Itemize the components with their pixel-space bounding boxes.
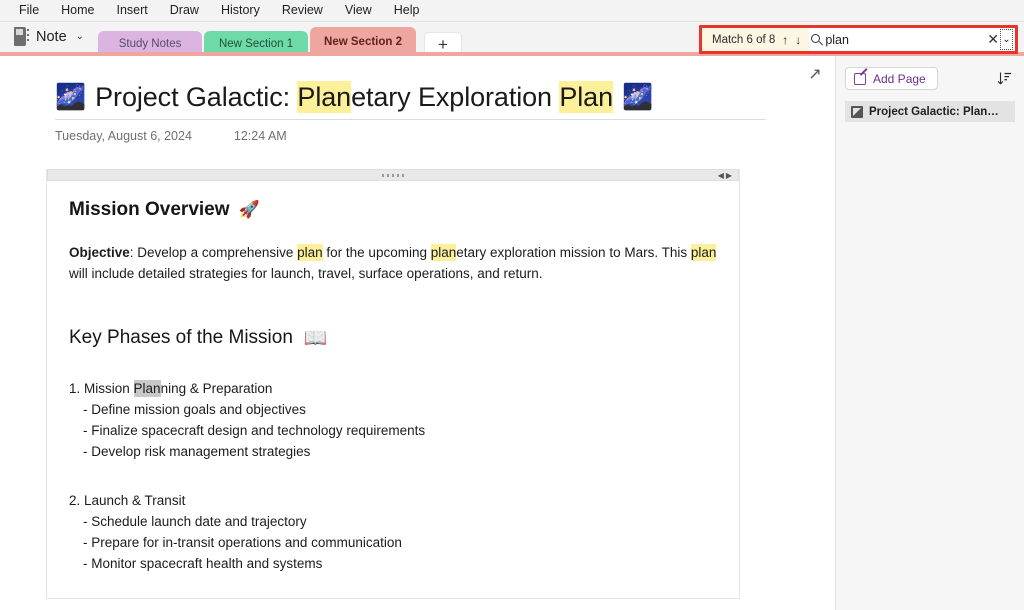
page-meta: Tuesday, August 6, 2024 12:24 AM <box>55 129 835 143</box>
phase-2-title: 2. Launch & Transit <box>69 493 186 508</box>
add-page-label: Add Page <box>873 71 926 86</box>
content-block-handle[interactable]: ◀▶ <box>47 169 739 181</box>
phase-2-item: - Schedule launch date and trajectory <box>83 514 307 529</box>
section-tab-label: Study Notes <box>118 37 182 50</box>
section-tab-label: New Section 1 <box>218 37 294 50</box>
page-list-sidebar: Add Page Project Galactic: Plan… <box>835 56 1024 610</box>
phase-1-title-b: ning & Preparation <box>160 381 273 396</box>
expand-page-icon[interactable]: ↗ <box>805 64 825 84</box>
title-divider <box>55 119 766 120</box>
objective-text-c: etary exploration mission to Mars. This <box>456 245 691 260</box>
page-list-item-label: Project Galactic: Plan… <box>869 105 999 118</box>
search-match-plan-1: plan <box>297 244 323 261</box>
search-bar[interactable]: Match 6 of 8 ↑ ↓ ✕ ⌄ <box>699 25 1018 54</box>
main-area: ↗ 🌌 Project Galactic: Planetary Explorat… <box>0 56 1024 610</box>
heading-mission-overview: Mission Overview 🚀 <box>69 199 717 221</box>
section-tab-label: New Section 2 <box>324 35 402 48</box>
notebook-switcher[interactable]: Note ⌄ <box>14 22 84 56</box>
menu-bar: File Home Insert Draw History Review Vie… <box>0 0 1024 22</box>
page-title-part-2: etary Exploration <box>351 82 560 112</box>
page-title-part-1: Project Galactic: <box>95 82 298 112</box>
search-match-status-group: Match 6 of 8 ↑ ↓ <box>702 28 810 51</box>
notebook-name: Note <box>36 28 67 45</box>
heading-key-phases-label: Key Phases of the Mission <box>69 327 293 348</box>
note-content-container[interactable]: ◀▶ Mission Overview 🚀 Objective: Develop… <box>46 169 740 599</box>
phase-1-item: - Define mission goals and objectives <box>83 402 306 417</box>
pencil-square-icon <box>854 72 866 85</box>
page-list-item-project-galactic[interactable]: Project Galactic: Plan… <box>845 101 1015 122</box>
search-icon <box>809 33 825 46</box>
phase-1-item: - Develop risk management strategies <box>83 444 311 459</box>
objective-paragraph: Objective: Develop a comprehensive plan … <box>69 243 717 284</box>
page-time[interactable]: 12:24 AM <box>234 129 287 143</box>
phase-2: 2. Launch & Transit - Schedule launch da… <box>69 490 717 574</box>
objective-text-d: will include detailed strategies for lau… <box>69 265 543 281</box>
galaxy-icon-left: 🌌 <box>55 83 87 111</box>
note-canvas[interactable]: ↗ 🌌 Project Galactic: Planetary Explorat… <box>0 56 835 610</box>
phase-1-item: - Finalize spacecraft design and technol… <box>83 423 426 438</box>
note-text-body[interactable]: Mission Overview 🚀 Objective: Develop a … <box>47 181 739 598</box>
sort-descending-icon <box>997 72 1011 85</box>
page-title: Project Galactic: Planetary Exploration … <box>95 81 614 113</box>
open-book-icon: 📖 <box>303 328 328 349</box>
phase-1: 1. Mission Planning & Preparation - Defi… <box>69 378 717 462</box>
rocket-icon: 🚀 <box>238 200 260 219</box>
menu-item-draw[interactable]: Draw <box>159 2 210 19</box>
heading-key-phases: Key Phases of the Mission 📖 <box>69 326 717 350</box>
objective-text-a: : Develop a comprehensive <box>129 245 298 260</box>
clear-search-icon[interactable]: ✕ <box>986 31 1000 48</box>
notebook-icon <box>14 27 29 46</box>
phase-1-title-a: 1. Mission <box>69 381 134 396</box>
objective-label: Objective <box>69 245 130 260</box>
search-options-chevron-down-icon[interactable]: ⌄ <box>999 29 1013 50</box>
page-icon <box>851 105 863 118</box>
menu-item-view[interactable]: View <box>334 2 383 19</box>
search-match-plan-3: plan <box>690 244 717 261</box>
search-match-plan-current: Plan <box>133 380 161 397</box>
drag-grip-icon <box>382 173 404 177</box>
page-title-match-2: Plan <box>559 81 614 113</box>
chevron-down-icon: ⌄ <box>75 31 85 42</box>
search-match-status: Match 6 of 8 <box>712 33 776 46</box>
objective-text-b: for the upcoming <box>322 245 431 260</box>
menu-item-file[interactable]: File <box>8 2 50 19</box>
menu-item-help[interactable]: Help <box>383 2 431 19</box>
menu-item-home[interactable]: Home <box>50 2 105 19</box>
resize-arrows-icon[interactable]: ◀▶ <box>718 171 734 180</box>
section-tab-bar: Note ⌄ Study Notes New Section 1 New Sec… <box>0 22 1024 56</box>
galaxy-icon-right: 🌌 <box>622 83 654 111</box>
menu-item-history[interactable]: History <box>210 2 271 19</box>
page-title-row[interactable]: 🌌 Project Galactic: Planetary Exploratio… <box>55 81 835 113</box>
phase-1-title: 1. Mission Planning & Preparation <box>69 380 272 397</box>
heading-mission-overview-label: Mission Overview <box>69 199 230 220</box>
search-input[interactable] <box>825 32 987 47</box>
page-date[interactable]: Tuesday, August 6, 2024 <box>55 129 192 143</box>
search-match-plan-2: plan <box>430 244 457 261</box>
menu-item-insert[interactable]: Insert <box>106 2 159 19</box>
sort-pages-button[interactable] <box>993 68 1015 90</box>
page-title-match-1: Plan <box>297 81 352 113</box>
previous-match-icon[interactable]: ↑ <box>782 33 788 47</box>
phase-2-item: - Monitor spacecraft health and systems <box>83 556 323 571</box>
page-list-toolbar: Add Page <box>845 67 1015 90</box>
phase-2-item: - Prepare for in-transit operations and … <box>83 535 402 550</box>
add-page-button[interactable]: Add Page <box>845 67 938 90</box>
next-match-icon[interactable]: ↓ <box>795 33 801 47</box>
menu-item-review[interactable]: Review <box>271 2 334 19</box>
